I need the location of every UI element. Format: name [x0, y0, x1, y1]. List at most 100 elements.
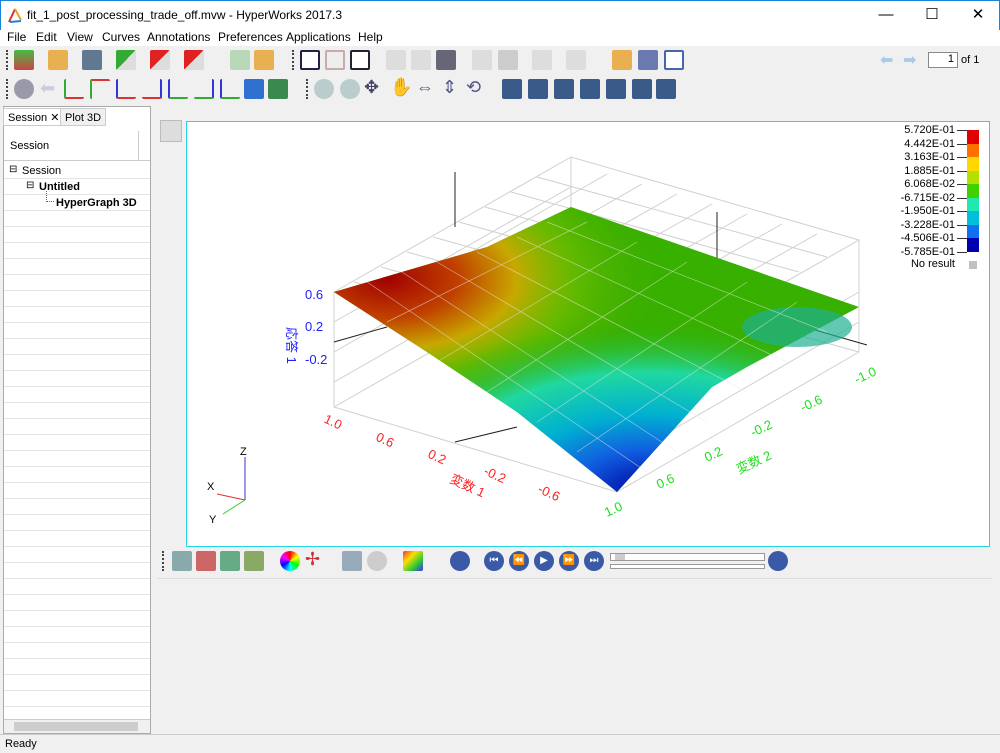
view-xy-icon[interactable]	[64, 79, 84, 99]
window-layout-icon[interactable]	[386, 50, 406, 70]
surface-style-icon[interactable]	[196, 551, 216, 571]
user-profile-icon[interactable]	[230, 50, 250, 70]
contour-legend[interactable]: 5.720E-01 4.442E-01 3.163E-01 1.885E-01 6.06…	[887, 122, 991, 272]
sync-icon[interactable]	[436, 50, 456, 70]
legend-value: 4.442E-01	[904, 137, 955, 150]
menu-view[interactable]: View	[67, 30, 93, 44]
tab-session[interactable]: Session ✕	[3, 108, 65, 126]
tree-item-session[interactable]: ⊟ Session	[4, 163, 150, 179]
camera-6-icon[interactable]	[632, 79, 652, 99]
open-folder-settings-icon[interactable]	[254, 50, 274, 70]
close-button[interactable]: ✕	[955, 1, 1000, 31]
last-frame-icon[interactable]: ⏭	[584, 551, 604, 571]
horizontal-scrollbar[interactable]	[4, 719, 150, 733]
camera-7-icon[interactable]	[656, 79, 676, 99]
first-frame-icon[interactable]: ⏮	[484, 551, 504, 571]
page-number-input[interactable]: 1	[928, 52, 958, 68]
next-page-icon[interactable]: ➡	[903, 50, 916, 70]
camera-2-icon[interactable]	[528, 79, 548, 99]
isometric-view-icon[interactable]	[220, 79, 240, 99]
toolbar-grip[interactable]	[292, 50, 294, 70]
import-icon[interactable]	[116, 50, 136, 70]
tree-item-untitled[interactable]: ⊟ Untitled	[4, 179, 150, 195]
user-view-icon[interactable]	[268, 79, 288, 99]
save-report-icon[interactable]	[638, 50, 658, 70]
minimize-button[interactable]: —	[863, 1, 909, 31]
settings-gear-icon[interactable]	[768, 551, 788, 571]
tree-empty-row	[4, 499, 150, 515]
zoom-area-icon[interactable]	[340, 79, 360, 99]
menu-edit[interactable]: Edit	[36, 30, 57, 44]
add-page-icon[interactable]	[300, 50, 320, 70]
save-session-icon[interactable]	[82, 50, 102, 70]
legend-tick	[957, 238, 967, 239]
add-surface-icon[interactable]	[172, 551, 192, 571]
swap-window-icon[interactable]	[411, 50, 431, 70]
mesh-icon[interactable]	[244, 551, 264, 571]
vertical-arrows-icon[interactable]: ⇕	[442, 77, 457, 98]
collapse-icon[interactable]: ⊟	[9, 164, 17, 175]
view-zy-icon[interactable]	[194, 79, 214, 99]
menu-curves[interactable]: Curves	[102, 30, 140, 44]
menu-preferences[interactable]: Preferences	[218, 30, 283, 44]
horizontal-arrows-icon[interactable]: ⇔	[416, 77, 434, 98]
export-ppt-icon[interactable]	[184, 50, 204, 70]
toolbar-grip[interactable]	[306, 79, 308, 99]
close-tab-icon[interactable]: ✕	[50, 112, 59, 124]
menu-help[interactable]: Help	[358, 30, 383, 44]
plot-3d-window[interactable]: 0.6 0.2 -0.2 応答 1 1.0 0.6 0.2 -0.2 -0.6 …	[186, 121, 990, 547]
previous-page-icon[interactable]: ⬅	[880, 50, 893, 70]
overlay-icon[interactable]	[566, 50, 586, 70]
toolbar-grip[interactable]	[6, 50, 8, 70]
page-layout-icon[interactable]	[350, 50, 370, 70]
tree-item-hypergraph-3d[interactable]: HyperGraph 3D	[4, 191, 150, 211]
new-plot-icon[interactable]	[14, 50, 34, 70]
paste-icon[interactable]	[532, 50, 552, 70]
delete-page-icon[interactable]	[325, 50, 345, 70]
export-curves-icon[interactable]	[150, 50, 170, 70]
camera-1-icon[interactable]	[502, 79, 522, 99]
zoom-in-icon[interactable]	[314, 79, 334, 99]
toolbar-grip[interactable]	[6, 79, 8, 99]
play-icon[interactable]: ▶	[534, 551, 554, 571]
bar-3d-icon[interactable]	[342, 551, 362, 571]
menu-applications[interactable]: Applications	[286, 30, 351, 44]
pan-icon[interactable]: ✥	[364, 77, 379, 98]
view-zx-icon[interactable]	[142, 79, 162, 99]
crosshair-icon[interactable]: ✢	[305, 549, 320, 570]
legend-colors-icon[interactable]	[403, 551, 423, 571]
menu-file[interactable]: File	[7, 30, 26, 44]
open-report-icon[interactable]	[612, 50, 632, 70]
rotate-icon[interactable]: ⟲	[466, 77, 481, 98]
note-icon[interactable]	[367, 551, 387, 571]
contour-icon[interactable]	[220, 551, 240, 571]
view-yx-icon[interactable]	[90, 79, 110, 99]
camera-5-icon[interactable]	[606, 79, 626, 99]
view-xz-icon[interactable]	[116, 79, 136, 99]
animation-slider[interactable]	[610, 553, 765, 561]
maximize-button[interactable]: ☐	[909, 1, 955, 31]
speed-slider[interactable]	[610, 564, 765, 569]
fit-view-icon[interactable]	[14, 79, 34, 99]
tab-plot-3d[interactable]: Plot 3D	[60, 108, 107, 126]
rewind-icon[interactable]: ⏪	[509, 551, 529, 571]
animation-mode-icon[interactable]	[450, 551, 470, 571]
plot-options-icon[interactable]	[160, 120, 182, 142]
color-wheel-icon[interactable]	[280, 551, 300, 571]
y-axis-label: 変数 2	[734, 448, 774, 477]
cut-icon[interactable]	[472, 50, 492, 70]
fast-forward-icon[interactable]: ⏩	[559, 551, 579, 571]
plot-window-icon[interactable]	[664, 50, 684, 70]
open-session-icon[interactable]	[48, 50, 68, 70]
screen-capture-icon[interactable]	[244, 79, 264, 99]
camera-4-icon[interactable]	[580, 79, 600, 99]
hand-icon[interactable]: ✋	[390, 77, 412, 98]
legend-tick	[957, 143, 967, 145]
toolbar-grip[interactable]	[162, 551, 164, 571]
back-arrow-icon[interactable]: ⬅	[40, 78, 55, 99]
view-yz-icon[interactable]	[168, 79, 188, 99]
collapse-icon[interactable]: ⊟	[26, 180, 34, 191]
copy-icon[interactable]	[498, 50, 518, 70]
camera-3-icon[interactable]	[554, 79, 574, 99]
menu-annotations[interactable]: Annotations	[147, 30, 210, 44]
